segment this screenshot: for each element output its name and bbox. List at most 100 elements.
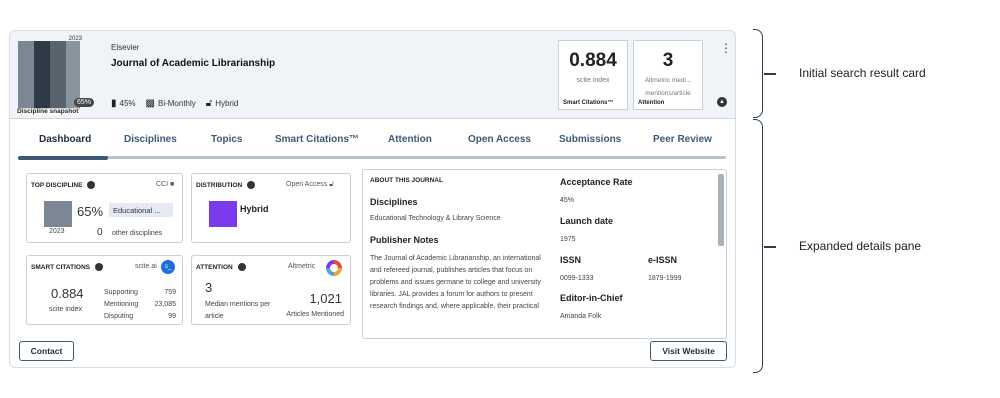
info-icon[interactable]	[237, 263, 246, 271]
scite-index-label: scite index	[576, 77, 610, 84]
snapshot-bar	[34, 41, 50, 109]
open-lock-icon: 🔓︎	[205, 98, 213, 109]
issn-heading: ISSN	[560, 255, 582, 265]
disciplines-heading: Disciplines	[370, 197, 418, 207]
search-result-header: 2023 Discipline snapshot 65% Elsevier Jo…	[10, 31, 735, 119]
top-discipline-header: TOP DISCIPLINE	[31, 181, 96, 189]
smart-citations-header: SMART CITATIONS	[31, 263, 103, 271]
eissn-heading: e-ISSN	[648, 255, 678, 265]
details-pane-bracket-tick	[764, 246, 776, 248]
about-scrollbar[interactable]	[718, 174, 724, 246]
open-lock-icon: 🔓︎	[329, 181, 334, 188]
median-mentions-value: 3	[205, 280, 213, 295]
eissn-value: 1879-1999	[648, 275, 682, 282]
scite-index-box[interactable]: 0.884 scite index Smart Citations™	[558, 40, 628, 110]
attention-card: ATTENTION Altmetric 3 Median mentions pe…	[191, 255, 351, 325]
top-discipline-card: TOP DISCIPLINE CCI ■ 65% Educational ...…	[26, 173, 183, 243]
tab-topics[interactable]: Topics	[211, 134, 242, 145]
median-mentions-label: Median mentions per article	[205, 301, 271, 320]
cci-text: CCI	[156, 181, 169, 188]
mentioning-label: Mentioning	[104, 301, 139, 308]
collapse-chevron-icon[interactable]: ▲	[717, 97, 727, 107]
top-discipline-title: TOP DISCIPLINE	[31, 181, 83, 189]
scite-index-number: 0.884	[51, 286, 84, 301]
publisher-notes-heading: Publisher Notes	[370, 235, 439, 245]
info-icon[interactable]	[87, 181, 96, 189]
acceptance-rate-heading: Acceptance Rate	[560, 177, 633, 187]
initial-card-bracket-tick	[764, 73, 776, 75]
altmetric-value: 3	[662, 50, 674, 71]
smart-citations-title: SMART CITATIONS	[31, 263, 90, 271]
journal-title[interactable]: Journal of Academic Librarianship	[111, 58, 275, 69]
tab-indicator-track	[18, 156, 726, 160]
distribution-card: DISTRIBUTION Open Access 🔓︎ Hybrid	[191, 173, 351, 243]
cci-label: CCI ■	[156, 181, 174, 188]
frequency: Bi-Monthly	[157, 99, 196, 108]
tab-peer-review[interactable]: Peer Review	[653, 134, 712, 145]
snapshot-bar	[18, 41, 34, 109]
publisher-notes-text: The Journal of Academic Librarianship, a…	[370, 255, 541, 310]
discipline-color-square	[44, 201, 72, 227]
discipline-snapshot[interactable]: 2023 Discipline snapshot 65%	[16, 36, 96, 115]
launch-date-heading: Launch date	[560, 216, 614, 226]
altmetric-donut-icon	[326, 260, 342, 276]
calendar-icon: ▩	[145, 98, 155, 109]
publisher-name: Elsevier	[111, 43, 140, 52]
attention-header: ATTENTION	[196, 263, 246, 271]
info-icon[interactable]	[247, 181, 256, 189]
oa-percent: 45%	[119, 99, 136, 108]
other-disciplines-label: other disciplines	[112, 230, 163, 237]
info-icon[interactable]	[94, 263, 103, 271]
attention-footer: Attention	[638, 100, 665, 106]
open-access-label: Open Access 🔓︎	[286, 181, 334, 189]
visit-website-button[interactable]: Visit Website	[650, 341, 727, 361]
discipline-year: 2023	[49, 228, 65, 235]
oa-percent-item: ▮ 45%	[111, 98, 136, 109]
discipline-name-chip[interactable]: Educational ...	[109, 203, 173, 217]
disputing-value: 99	[168, 313, 176, 320]
tab-attention[interactable]: Attention	[388, 134, 432, 145]
supporting-label: Supporting	[104, 289, 138, 296]
more-options-icon[interactable]: ⋮	[720, 41, 732, 55]
snapshot-label: Discipline snapshot	[16, 108, 80, 115]
smart-citations-footer: Smart Citations™	[563, 100, 614, 106]
open-access-text: Open Access	[286, 181, 328, 188]
tab-dashboard[interactable]: Dashboard	[39, 134, 91, 145]
supporting-value: 759	[164, 289, 176, 296]
altmetric-box[interactable]: 3 Altmetric medi... mentions/article Att…	[633, 40, 703, 110]
tab-smart-citations[interactable]: Smart Citations™	[275, 134, 359, 145]
tab-disciplines[interactable]: Disciplines	[124, 134, 177, 145]
distribution-title: DISTRIBUTION	[196, 181, 243, 189]
flag-icon: ■	[170, 181, 175, 188]
contact-button[interactable]: Contact	[19, 341, 74, 361]
other-disciplines-count: 0	[97, 227, 103, 238]
frequency-item: ▩ Bi-Monthly	[146, 98, 196, 109]
acceptance-rate-value: 45%	[560, 197, 575, 204]
scite-index-caption: scite index	[49, 306, 83, 313]
disciplines-text: Educational Technology & Library Science	[370, 215, 501, 222]
scite-logo-icon: s_	[161, 260, 175, 274]
snapshot-bar	[50, 41, 66, 109]
scite-index-value: 0.884	[569, 50, 617, 71]
discipline-percent: 65%	[77, 204, 104, 219]
editor-value: Amanda Folk	[560, 313, 602, 320]
editor-heading: Editor-in-Chief	[560, 293, 623, 303]
details-pane-bracket	[753, 119, 763, 373]
tab-open-access[interactable]: Open Access	[468, 134, 531, 145]
access-type: Hybrid	[215, 99, 239, 108]
disputing-label: Disputing	[104, 313, 134, 320]
initial-card-bracket	[753, 29, 763, 118]
altmetric-label: Altmetric medi... mentions/article	[644, 77, 692, 97]
mentioning-value: 23,085	[154, 301, 176, 308]
about-journal-panel[interactable]: ABOUT THIS JOURNAL Disciplines Education…	[362, 169, 727, 339]
snapshot-percent: 65%	[73, 98, 94, 107]
document-icon: ▮	[111, 98, 117, 109]
details-tabs: Dashboard Disciplines Topics Smart Citat…	[18, 127, 726, 160]
distribution-header: DISTRIBUTION	[196, 181, 256, 189]
distribution-value: Hybrid	[240, 204, 269, 214]
hybrid-color-square	[209, 201, 237, 227]
articles-mentioned-label: Articles Mentioned	[286, 311, 344, 318]
tab-submissions[interactable]: Submissions	[559, 134, 621, 145]
active-tab-indicator	[18, 156, 108, 160]
journal-result-card: 2023 Discipline snapshot 65% Elsevier Jo…	[9, 30, 736, 368]
